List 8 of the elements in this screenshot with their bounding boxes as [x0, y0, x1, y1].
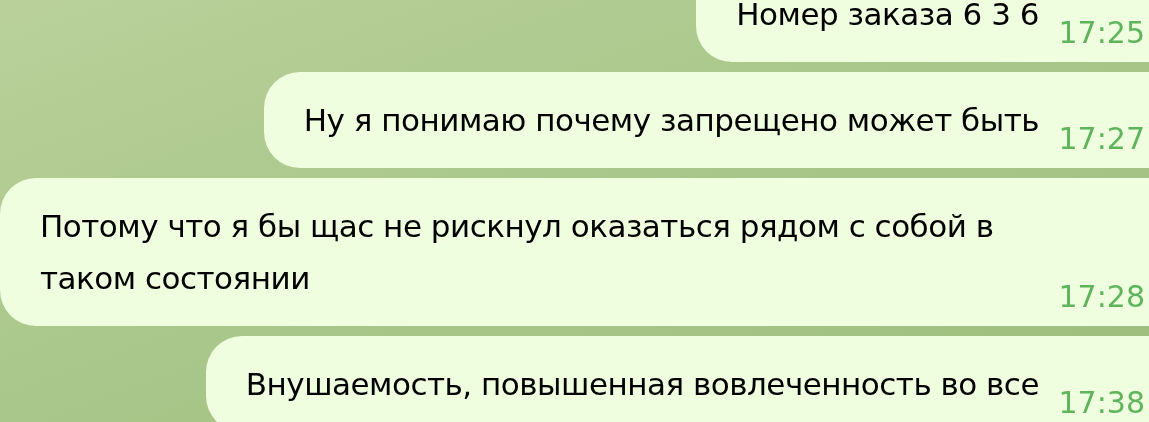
message-text: Ну я понимаю почему запрещено может быть [303, 101, 1039, 140]
message-time: 17:28 [1058, 282, 1145, 312]
message-text: Номер заказа 6 3 6 [736, 0, 1039, 34]
message-time: 17:25 [1058, 18, 1145, 48]
message-time: 17:38 [1058, 388, 1145, 418]
message-text: Внушаемость, повышенная вовлеченность во все [245, 365, 1039, 404]
message-text: Потому что я бы щас не рискнул оказаться рядом с собой в таком состоянии [40, 207, 995, 298]
message-time: 17:27 [1058, 124, 1145, 154]
